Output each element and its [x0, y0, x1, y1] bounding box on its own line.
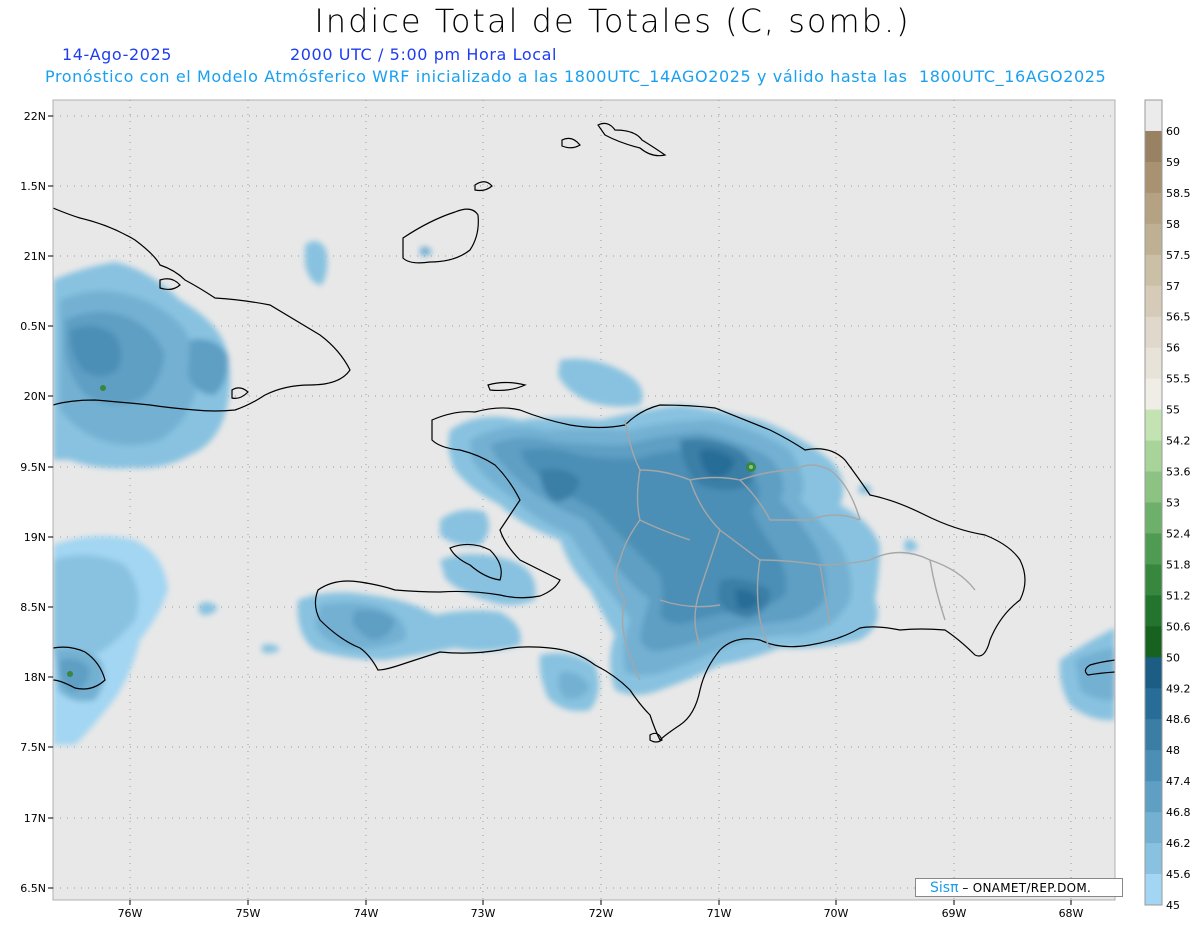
colorbar-swatch — [1145, 223, 1162, 256]
colorbar-label: 49.2 — [1166, 682, 1191, 695]
lon-label: 68W — [1059, 907, 1084, 920]
colorbar-swatch — [1145, 812, 1162, 844]
colorbar-swatch — [1145, 750, 1162, 782]
sispi-logo: Sisπ — [930, 880, 959, 896]
colorbar-swatch — [1145, 564, 1162, 596]
colorbar-label: 46.2 — [1166, 837, 1191, 850]
colorbar-label: 56.5 — [1166, 311, 1191, 324]
colorbar-swatch — [1145, 471, 1162, 503]
lat-label: 8.5N — [20, 601, 46, 614]
colorbar-swatch — [1145, 254, 1162, 287]
colorbar-swatch — [1145, 285, 1162, 318]
forecast-date: 14-Ago-2025 — [62, 45, 173, 64]
colorbar-label: 52.4 — [1166, 527, 1191, 540]
colorbar-label: 50.6 — [1166, 620, 1191, 633]
colorbar-label: 58.5 — [1166, 187, 1191, 200]
colorbar-label: 58 — [1166, 218, 1180, 231]
lon-label: 72W — [589, 907, 614, 920]
colorbar-swatch — [1145, 130, 1162, 163]
colorbar-swatch — [1145, 781, 1162, 813]
credit-box: Sisπ – ONAMET/REP.DOM. — [915, 878, 1123, 897]
colorbar-label: 57 — [1166, 280, 1180, 293]
colorbar-label: 48 — [1166, 744, 1180, 757]
colorbar-label: 48.6 — [1166, 713, 1191, 726]
credit-org: – ONAMET/REP.DOM. — [962, 881, 1092, 895]
lat-label: 0.5N — [20, 320, 46, 333]
colorbar-swatch — [1145, 657, 1162, 689]
map-title: Indice Total de Totales (C, somb.) — [314, 2, 911, 40]
colorbar-swatch — [1145, 100, 1162, 132]
lat-label: 1.5N — [20, 180, 46, 193]
colorbar-swatch — [1145, 502, 1162, 534]
colorbar-swatch — [1145, 595, 1162, 627]
colorbar-swatch — [1145, 440, 1162, 473]
colorbar: 60 59 58.5 58 57.5 57 56.5 56 55.5 55 54.2 53.6 53 52… — [1144, 99, 1191, 912]
colorbar-swatch — [1145, 347, 1162, 380]
colorbar-label: 51.8 — [1166, 558, 1191, 571]
colorbar-swatch — [1145, 843, 1162, 875]
colorbar-swatch — [1145, 192, 1162, 225]
colorbar-swatch — [1145, 688, 1162, 720]
lon-label: 74W — [354, 907, 379, 920]
forecast-time: 2000 UTC / 5:00 pm Hora Local — [290, 45, 558, 64]
lat-label: 22N — [24, 110, 46, 123]
colorbar-label: 59 — [1166, 156, 1180, 169]
colorbar-swatch — [1145, 719, 1162, 751]
colorbar-label: 45.6 — [1166, 868, 1191, 881]
lat-label: 19N — [24, 531, 46, 544]
lat-label: 18N — [24, 671, 46, 684]
lon-label: 75W — [236, 907, 261, 920]
colorbar-swatch — [1145, 626, 1162, 658]
lon-label: 70W — [824, 907, 849, 920]
latitude-labels: 22N 1.5N 21N 0.5N 20N 9.5N 19N 8.5N 18N … — [20, 110, 46, 895]
colorbar-swatch — [1145, 409, 1162, 442]
lat-label: 9.5N — [20, 461, 46, 474]
colorbar-label: 55 — [1166, 404, 1180, 417]
colorbar-label: 51.2 — [1166, 589, 1191, 602]
colorbar-swatch — [1145, 874, 1162, 906]
colorbar-swatch — [1145, 378, 1162, 411]
colorbar-label: 56 — [1166, 342, 1180, 355]
colorbar-swatch — [1145, 161, 1162, 194]
lat-label: 17N — [24, 812, 46, 825]
colorbar-label: 53.6 — [1166, 466, 1191, 479]
colorbar-label: 55.5 — [1166, 373, 1191, 386]
colorbar-label: 45 — [1166, 899, 1180, 912]
colorbar-swatch — [1145, 533, 1162, 565]
lat-label: 20N — [24, 390, 46, 403]
lat-label: 7.5N — [20, 741, 46, 754]
forecast-map: 22N 1.5N 21N 0.5N 20N 9.5N 19N 8.5N 18N … — [20, 99, 1191, 920]
colorbar-label: 46.8 — [1166, 806, 1191, 819]
lon-label: 76W — [118, 907, 143, 920]
lat-label: 6.5N — [20, 882, 46, 895]
colorbar-label: 53 — [1166, 497, 1180, 510]
colorbar-swatch — [1145, 316, 1162, 349]
colorbar-label: 50 — [1166, 651, 1180, 664]
lon-label: 71W — [707, 907, 732, 920]
longitude-labels: 76W 75W 74W 73W 72W 71W 70W 69W 68W — [118, 907, 1084, 920]
colorbar-label: 54.2 — [1166, 435, 1191, 448]
colorbar-label: 47.4 — [1166, 775, 1191, 788]
colorbar-label: 57.5 — [1166, 249, 1191, 262]
lon-label: 73W — [471, 907, 496, 920]
model-description: Pronóstico con el Modelo Atmósferico WRF… — [45, 67, 1107, 86]
lat-label: 21N — [24, 250, 46, 263]
lon-label: 69W — [942, 907, 967, 920]
colorbar-label: 60 — [1166, 125, 1180, 138]
